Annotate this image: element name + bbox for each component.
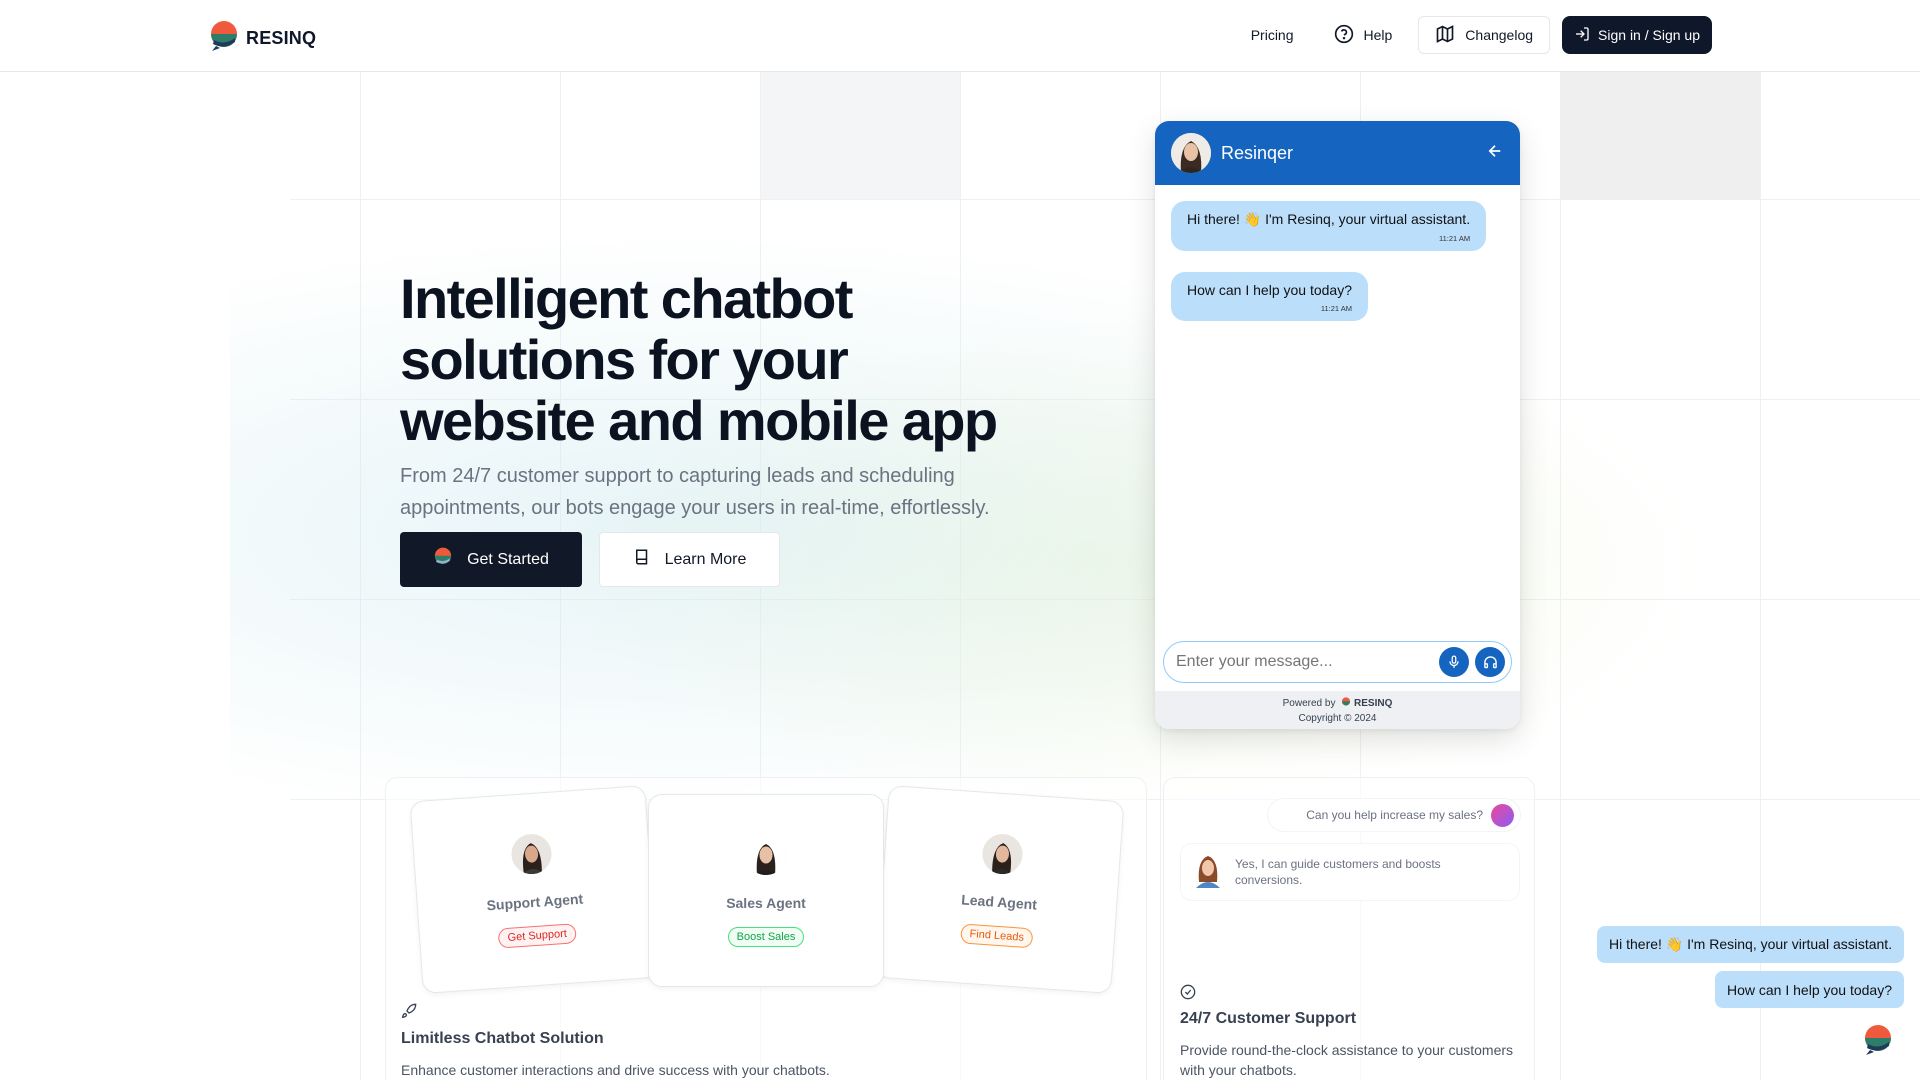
agent-avatar [746, 835, 786, 875]
arrow-left-icon[interactable] [1486, 142, 1504, 165]
demo-answer: Yes, I can guide customers and boosts co… [1180, 843, 1520, 901]
launcher-icon [1862, 1025, 1894, 1060]
sign-in-button[interactable]: Sign in / Sign up [1562, 16, 1712, 54]
bot-avatar [1193, 852, 1223, 892]
user-avatar [1491, 803, 1514, 827]
rocket-icon [401, 1003, 417, 1024]
chat-message-text: Hi there! 👋 I'm Resinq, your virtual ass… [1187, 211, 1471, 227]
bot-name: Resinqer [1221, 142, 1294, 163]
nav-pricing[interactable]: Pricing [1237, 16, 1308, 54]
brand-logo[interactable]: RESINQ [208, 20, 316, 57]
feature-title-limitless: Limitless Chatbot Solution [401, 1030, 604, 1047]
chat-launcher-button[interactable] [1862, 1024, 1894, 1061]
brand-name: RESINQ [246, 28, 317, 48]
learn-more-label: Learn More [664, 550, 747, 568]
agent-tag: Find Leads [959, 923, 1034, 949]
copyright-text: Copyright © 2024 [1298, 713, 1377, 724]
nav-pricing-label: Pricing [1250, 27, 1294, 43]
agent-label: Lead Agent [960, 891, 1038, 913]
top-nav: RESINQ Pricing Help Changelog Sign in / … [0, 0, 1920, 72]
powered-by-label: Powered by [1282, 698, 1336, 709]
learn-more-button[interactable]: Learn More [599, 532, 780, 587]
logo-icon [433, 547, 453, 572]
demo-question-text: Can you help increase my sales? [1306, 808, 1483, 822]
floating-message[interactable]: How can I help you today? [1715, 971, 1904, 1008]
agent-label: Support Agent [486, 890, 584, 914]
chat-input-bar [1163, 641, 1512, 683]
changelog-button[interactable]: Changelog [1418, 16, 1551, 54]
chat-message: How can I help you today? 11:21 AM [1171, 272, 1368, 321]
nav-links: Pricing Help Changelog Sign in / Sign up [1237, 16, 1712, 54]
agent-label: Sales Agent [726, 895, 806, 911]
chat-widget: Resinqer Hi there! 👋 I'm Resinq, your vi… [1155, 121, 1520, 729]
chat-footer: Powered by RESINQ Copyright © 2024 [1155, 691, 1520, 729]
feature-title-support: 24/7 Customer Support [1180, 1010, 1357, 1027]
logo-icon [208, 20, 240, 57]
feature-desc-limitless: Enhance customer interactions and drive … [401, 1062, 830, 1078]
floating-message[interactable]: Hi there! 👋 I'm Resinq, your virtual ass… [1597, 926, 1905, 963]
chat-header: Resinqer [1155, 121, 1520, 185]
chat-message-text: How can I help you today? [1187, 282, 1352, 298]
demo-answer-text: Yes, I can guide customers and boosts co… [1235, 857, 1441, 887]
agent-avatar [981, 832, 1024, 876]
hero-title: Intelligent chatbot solutions for your w… [400, 267, 998, 452]
headset-icon[interactable] [1475, 647, 1505, 677]
nav-help-label: Help [1363, 27, 1393, 43]
chat-message-time: 11:21 AM [1320, 304, 1352, 313]
chat-message-input[interactable] [1176, 653, 1439, 671]
demo-question: Can you help increase my sales? [1268, 799, 1520, 831]
hero-subtitle: From 24/7 customer support to capturing … [400, 465, 990, 519]
get-started-label: Get Started [467, 550, 549, 568]
sign-in-icon [1574, 26, 1590, 45]
mic-icon[interactable] [1439, 647, 1469, 677]
bot-avatar [1171, 133, 1211, 173]
agent-card-lead[interactable]: Lead Agent Find Leads [875, 785, 1125, 994]
chat-message-time: 11:21 AM [1438, 234, 1471, 243]
feature-desc-support: Provide round-the-clock assistance to yo… [1180, 1042, 1514, 1078]
nav-help[interactable]: Help [1320, 16, 1407, 54]
chat-message: Hi there! 👋 I'm Resinq, your virtual ass… [1171, 201, 1487, 251]
agent-card-sales[interactable]: Sales Agent Boost Sales [648, 794, 884, 987]
agent-card-support[interactable]: Support Agent Get Support [409, 785, 659, 994]
map-icon [1435, 24, 1455, 47]
check-circle-icon [1180, 984, 1196, 1005]
help-circle-icon [1334, 24, 1354, 47]
sign-in-label: Sign in / Sign up [1598, 27, 1700, 43]
get-started-button[interactable]: Get Started [400, 532, 582, 587]
book-icon [633, 548, 651, 571]
agent-tag: Boost Sales [727, 927, 805, 947]
agent-avatar [510, 832, 553, 876]
logo-icon [1342, 697, 1351, 706]
powered-brand: RESINQ [1354, 698, 1393, 709]
agent-tag: Get Support [497, 923, 577, 949]
changelog-label: Changelog [1465, 27, 1534, 43]
